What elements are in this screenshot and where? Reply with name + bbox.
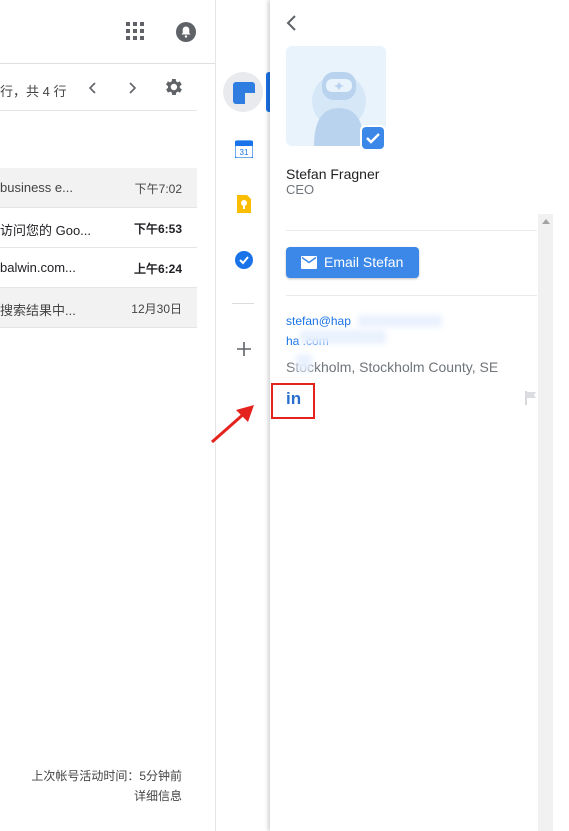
mail-time: 上午6:24 bbox=[133, 262, 182, 276]
contact-name: Stefan Fragner bbox=[286, 166, 380, 182]
details-link[interactable]: 详细信息 bbox=[0, 787, 182, 804]
mail-subject: 搜索结果中... bbox=[0, 303, 76, 318]
pagination-bar: 行，共 4 行 bbox=[0, 78, 200, 100]
settings-gear-icon[interactable] bbox=[162, 76, 184, 98]
scroll-up-arrow-icon[interactable] bbox=[542, 219, 550, 224]
contact-email-link[interactable]: stefan@hap bbox=[286, 314, 351, 328]
add-addon-plus-icon[interactable] bbox=[235, 340, 253, 358]
email-contact-button[interactable]: Email Stefan bbox=[286, 247, 419, 278]
addon-divider bbox=[232, 303, 254, 304]
section-divider bbox=[286, 295, 537, 296]
mail-icon bbox=[301, 256, 317, 269]
mail-time: 12月30日 bbox=[131, 302, 182, 316]
next-page-chevron-icon[interactable] bbox=[122, 78, 142, 98]
svg-text:31: 31 bbox=[240, 148, 249, 157]
mail-row[interactable]: business e... 下午7:02 bbox=[0, 168, 197, 208]
annotation-arrow-icon bbox=[211, 405, 254, 444]
redaction-blur bbox=[358, 315, 442, 327]
pagination-divider bbox=[0, 110, 197, 111]
pagination-label: 行，共 4 行 bbox=[0, 84, 67, 99]
mail-subject: business e... bbox=[0, 180, 73, 195]
mail-row[interactable]: balwin.com... 上午6:24 bbox=[0, 248, 197, 288]
back-chevron-icon[interactable] bbox=[284, 13, 300, 33]
flag-icon[interactable] bbox=[525, 391, 537, 405]
mail-list-pane: 茜茜 行，共 4 行 business e... 下午7:02 访问您的 Goo… bbox=[0, 0, 250, 831]
keep-bulb-icon[interactable] bbox=[235, 195, 253, 213]
toolbar-divider bbox=[0, 63, 215, 64]
apps-grid-icon[interactable] bbox=[126, 22, 146, 42]
previous-page-chevron-icon[interactable] bbox=[83, 78, 103, 98]
contact-details-panel: Stefan Fragner CEO Email Stefan stefan@h… bbox=[270, 0, 569, 831]
section-divider bbox=[286, 230, 537, 231]
contact-addon-icon[interactable] bbox=[233, 82, 255, 104]
contact-location: Stockholm, Stockholm County, SE bbox=[286, 359, 499, 375]
mail-time: 下午6:53 bbox=[133, 222, 182, 236]
mail-row[interactable]: 访问您的 Goo... 下午6:53 bbox=[0, 208, 197, 248]
last-activity-text: 上次帐号活动时间：5分钟前 bbox=[31, 769, 182, 783]
mail-subject: 访问您的 Goo... bbox=[0, 223, 92, 238]
scrollbar-track[interactable] bbox=[538, 214, 553, 831]
contact-job-title: CEO bbox=[286, 182, 315, 197]
linkedin-icon[interactable]: in bbox=[286, 389, 301, 409]
redaction-blur bbox=[300, 330, 386, 344]
verified-check-icon bbox=[360, 125, 386, 151]
mail-row[interactable]: 搜索结果中... 12月30日 bbox=[0, 288, 197, 328]
tasks-check-icon[interactable] bbox=[234, 250, 254, 270]
email-button-label: Email Stefan bbox=[324, 254, 404, 270]
calendar-icon[interactable]: 31 bbox=[235, 140, 253, 158]
mail-subject: balwin.com... bbox=[0, 260, 76, 275]
mail-time: 下午7:02 bbox=[134, 182, 182, 196]
notifications-bell-icon[interactable] bbox=[174, 20, 198, 44]
redaction-blur bbox=[296, 354, 312, 372]
